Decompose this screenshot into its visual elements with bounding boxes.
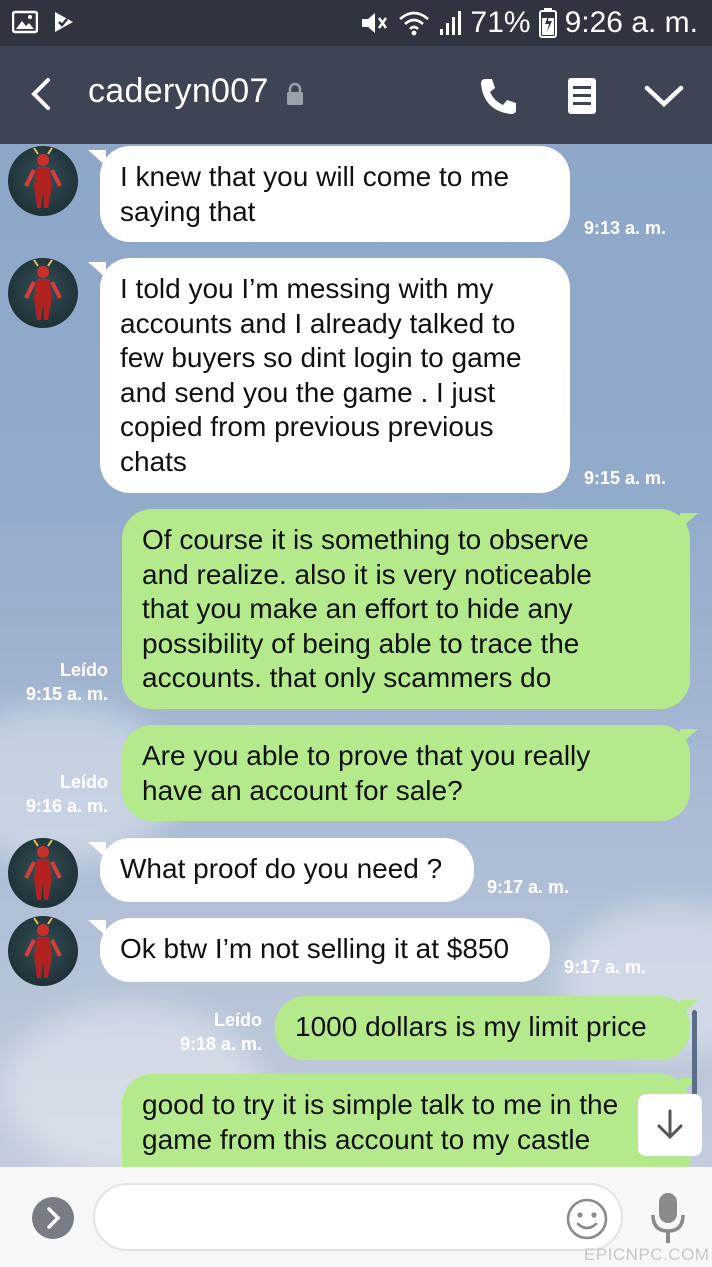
chevron-right-icon — [47, 1207, 61, 1229]
mute-icon — [361, 13, 387, 33]
signal-icon — [439, 11, 461, 35]
chat-area[interactable]: I knew that you will come to me saying t… — [0, 144, 712, 1167]
contact-name[interactable]: caderyn007 — [88, 72, 269, 111]
expand-menu-button[interactable] — [32, 1197, 74, 1239]
scrollbar[interactable] — [692, 1010, 697, 1096]
character-avatar-icon — [24, 839, 62, 900]
message-bubble-incoming[interactable]: I knew that you will come to me saying t… — [100, 146, 570, 242]
read-label: Leído — [214, 1010, 262, 1030]
message-time: 9:17 a. m. — [564, 957, 647, 977]
flag-check-icon — [55, 12, 73, 32]
message-bubble-incoming[interactable]: I told you I’m messing with my accounts … — [100, 258, 570, 493]
status-bar: 71% 9:26 a. m. — [0, 0, 712, 46]
emoji-icon[interactable] — [565, 1197, 609, 1241]
notes-icon[interactable] — [560, 74, 604, 118]
arrow-down-icon — [657, 1109, 683, 1140]
contact-avatar[interactable] — [8, 258, 78, 328]
message-time: 9:18 a. m. — [179, 1034, 262, 1054]
character-avatar-icon — [24, 917, 62, 978]
read-label: Leído — [60, 660, 108, 680]
message-time: 9:13 a. m. — [584, 218, 667, 238]
battery-percent: 71% — [470, 6, 531, 39]
lock-icon — [287, 82, 303, 105]
gallery-icon — [12, 10, 38, 34]
bubble-tail — [680, 729, 698, 745]
chevron-down-icon[interactable] — [642, 74, 686, 118]
message-bubble-incoming[interactable]: Ok btw I’m not selling it at $850 — [100, 918, 550, 982]
call-icon[interactable] — [476, 74, 520, 118]
clock: 9:26 a. m. — [564, 6, 698, 39]
contact-avatar[interactable] — [8, 146, 78, 216]
contact-avatar[interactable] — [8, 838, 78, 908]
watermark: EPICNPC.COM — [584, 1245, 710, 1264]
read-receipt: Leído 9:16 a. m. — [10, 770, 108, 818]
bubble-tail — [680, 513, 698, 529]
back-arrow-icon[interactable] — [22, 74, 58, 114]
read-label: Leído — [60, 772, 108, 792]
read-receipt: Leído 9:18 a. m. — [160, 1008, 262, 1056]
character-avatar-icon — [24, 259, 62, 320]
message-time: 9:15 a. m. — [584, 468, 667, 488]
wifi-icon — [398, 11, 429, 36]
message-bubble-outgoing[interactable]: Are you able to prove that you really ha… — [122, 725, 690, 821]
character-avatar-icon — [24, 147, 62, 208]
status-right: 71% 9:26 a. m. — [359, 6, 698, 40]
message-bubble-outgoing[interactable]: 1000 dollars is my limit price — [275, 996, 690, 1060]
message-input[interactable] — [93, 1183, 623, 1251]
message-time: 9:17 a. m. — [487, 877, 570, 897]
message-bubble-outgoing[interactable]: Of course it is something to observe and… — [122, 509, 690, 709]
message-bubble-incoming[interactable]: What proof do you need ? — [100, 838, 474, 902]
message-bubble-outgoing[interactable]: good to try it is simple talk to me in t… — [122, 1074, 690, 1167]
scroll-to-bottom-button[interactable] — [638, 1094, 702, 1156]
chat-header: caderyn007 — [0, 46, 712, 144]
message-time: 9:16 a. m. — [25, 796, 108, 816]
notification-icons — [12, 10, 76, 34]
read-receipt: Leído 9:15 a. m. — [10, 658, 108, 706]
battery-icon — [538, 8, 557, 38]
microphone-icon[interactable] — [648, 1191, 688, 1247]
contact-avatar[interactable] — [8, 916, 78, 986]
message-time: 9:15 a. m. — [25, 684, 108, 704]
